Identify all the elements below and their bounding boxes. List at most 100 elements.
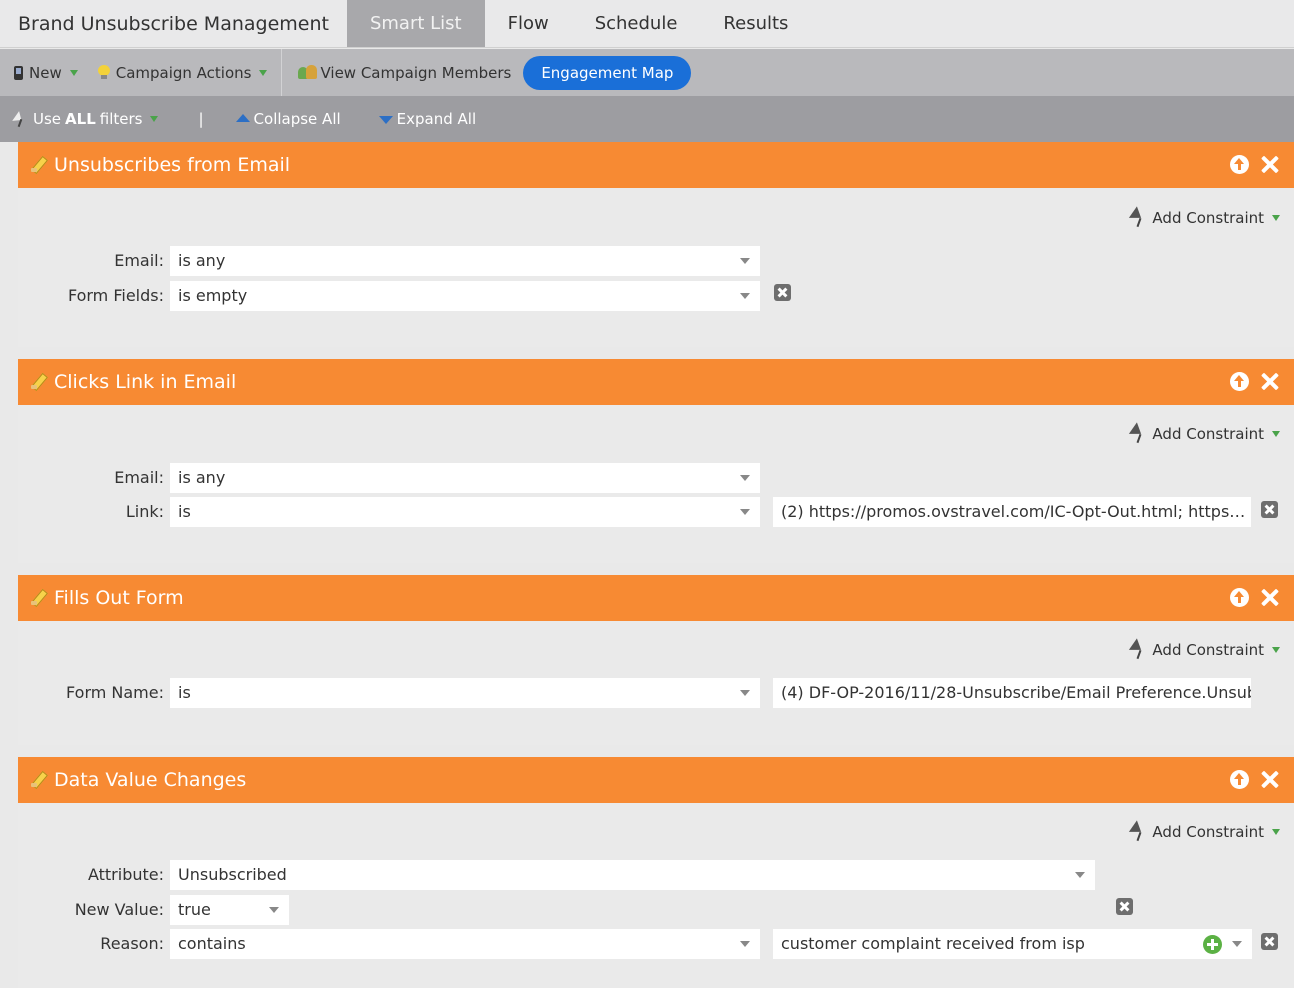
pencil-icon [30, 771, 48, 789]
all-label: ALL [65, 110, 96, 128]
chevron-down-icon [740, 293, 750, 299]
filter-icon [14, 111, 30, 127]
filter-logic-bar: Use ALL filters | Collapse All Expand Al… [0, 96, 1294, 142]
add-constraint-button[interactable]: Add Constraint [1130, 208, 1280, 228]
chevron-down-icon [150, 116, 159, 122]
operator-select[interactable]: is [170, 497, 760, 527]
toolbar: New Campaign Actions View Campaign Membe… [0, 49, 1294, 96]
select-value: contains [178, 934, 246, 953]
new-icon [14, 65, 23, 80]
chevron-down-icon [1272, 215, 1280, 221]
chevron-down-icon [1075, 872, 1085, 878]
chevron-down-icon [740, 475, 750, 481]
attribute-select[interactable]: Unsubscribed [170, 860, 1095, 890]
view-members-label: View Campaign Members [320, 63, 512, 82]
view-campaign-members-button[interactable]: View Campaign Members [282, 49, 515, 96]
tab-schedule[interactable]: Schedule [572, 0, 701, 47]
remove-constraint-icon[interactable] [774, 284, 791, 301]
select-value: is empty [178, 286, 248, 305]
constraint-label: Link: [125, 502, 164, 521]
chevron-down-icon [740, 690, 750, 696]
use-label: Use [33, 110, 62, 128]
remove-filter-icon[interactable] [1261, 372, 1280, 391]
operator-select[interactable]: is any [170, 463, 760, 493]
add-constraint-label: Add Constraint [1152, 641, 1264, 659]
filter-title: Unsubscribes from Email [54, 154, 291, 176]
constraint-label: Email: [114, 468, 164, 487]
program-title: Brand Unsubscribe Management [18, 13, 329, 35]
collapse-all-button[interactable]: Collapse All [230, 110, 355, 128]
constraint-label: New Value: [74, 900, 164, 919]
constraint-label: Email: [114, 251, 164, 270]
expand-icon [378, 116, 393, 124]
select-value: Unsubscribed [178, 865, 287, 884]
add-constraint-button[interactable]: Add Constraint [1130, 424, 1280, 444]
remove-filter-icon[interactable] [1261, 770, 1280, 789]
remove-constraint-icon[interactable] [1261, 501, 1278, 518]
filter-icon [1130, 208, 1148, 228]
expand-all-button[interactable]: Expand All [355, 110, 490, 128]
operator-select[interactable]: is [170, 678, 760, 708]
chevron-down-icon [1272, 431, 1280, 437]
filter-logic-dropdown[interactable]: Use ALL filters [0, 110, 172, 128]
filter-panel-fills-out-form: Fills Out Form Add Constraint Form Name:… [18, 575, 1294, 745]
filter-header: Fills Out Form [18, 575, 1294, 621]
new-menu-button[interactable]: New [0, 49, 92, 96]
chevron-down-icon [1272, 647, 1280, 653]
pencil-icon [30, 156, 48, 174]
new-label: New [29, 63, 62, 82]
tab-smart-list[interactable]: Smart List [346, 0, 485, 47]
chevron-down-icon [269, 907, 279, 913]
add-constraint-label: Add Constraint [1152, 425, 1264, 443]
filter-panel-unsubscribes-from-email: Unsubscribes from Email Add Constraint E… [18, 142, 1294, 347]
filter-header: Clicks Link in Email [18, 359, 1294, 405]
filter-icon [1130, 640, 1148, 660]
add-constraint-button[interactable]: Add Constraint [1130, 640, 1280, 660]
operator-select[interactable]: is any [170, 246, 760, 276]
move-up-icon[interactable] [1230, 588, 1249, 607]
chevron-down-icon [1232, 941, 1242, 947]
filter-icon [1130, 424, 1148, 444]
add-value-icon[interactable] [1203, 935, 1222, 954]
select-value: is any [178, 468, 226, 487]
pencil-icon [30, 373, 48, 391]
engagement-map-button[interactable]: Engagement Map [523, 55, 692, 90]
filter-header: Unsubscribes from Email [18, 142, 1294, 188]
constraint-label: Attribute: [87, 865, 164, 884]
filter-icon [1130, 822, 1148, 842]
move-up-icon[interactable] [1230, 770, 1249, 789]
add-constraint-button[interactable]: Add Constraint [1130, 822, 1280, 842]
expand-label: Expand All [396, 110, 477, 128]
filter-title: Clicks Link in Email [54, 371, 237, 393]
chevron-down-icon [740, 258, 750, 264]
operator-select[interactable]: is empty [170, 281, 760, 311]
select-value: is any [178, 251, 226, 270]
constraint-label: Form Fields: [67, 286, 164, 305]
collapse-label: Collapse All [253, 110, 341, 128]
remove-filter-icon[interactable] [1261, 155, 1280, 174]
form-name-value-field[interactable]: (4) DF-OP-2016/11/28-Unsubscribe/Email P… [773, 678, 1251, 708]
remove-constraint-icon[interactable] [1261, 933, 1278, 950]
move-up-icon[interactable] [1230, 372, 1249, 391]
move-up-icon[interactable] [1230, 155, 1249, 174]
campaign-actions-button[interactable]: Campaign Actions [92, 49, 282, 96]
filter-title: Fills Out Form [54, 587, 184, 609]
select-value: true [178, 900, 211, 919]
reason-value: customer complaint received from isp [781, 934, 1085, 953]
filters-label: filters [99, 110, 143, 128]
operator-select[interactable]: contains [170, 929, 760, 959]
campaign-actions-label: Campaign Actions [115, 63, 252, 82]
reason-value-combobox[interactable]: customer complaint received from isp [773, 929, 1252, 959]
chevron-down-icon [740, 509, 750, 515]
collapse-icon [235, 114, 250, 122]
remove-filter-icon[interactable] [1261, 588, 1280, 607]
remove-constraint-icon[interactable] [1116, 898, 1133, 915]
tab-flow[interactable]: Flow [485, 0, 572, 47]
chevron-down-icon [740, 941, 750, 947]
link-value-field[interactable]: (2) https://promos.ovstravel.com/IC-Opt-… [773, 497, 1251, 527]
new-value-select[interactable]: true [170, 895, 289, 925]
people-icon [298, 64, 318, 81]
filter-panel-data-value-changes: Data Value Changes Add Constraint Attrib… [18, 757, 1294, 988]
tab-results[interactable]: Results [700, 0, 811, 47]
filter-title: Data Value Changes [54, 769, 247, 791]
